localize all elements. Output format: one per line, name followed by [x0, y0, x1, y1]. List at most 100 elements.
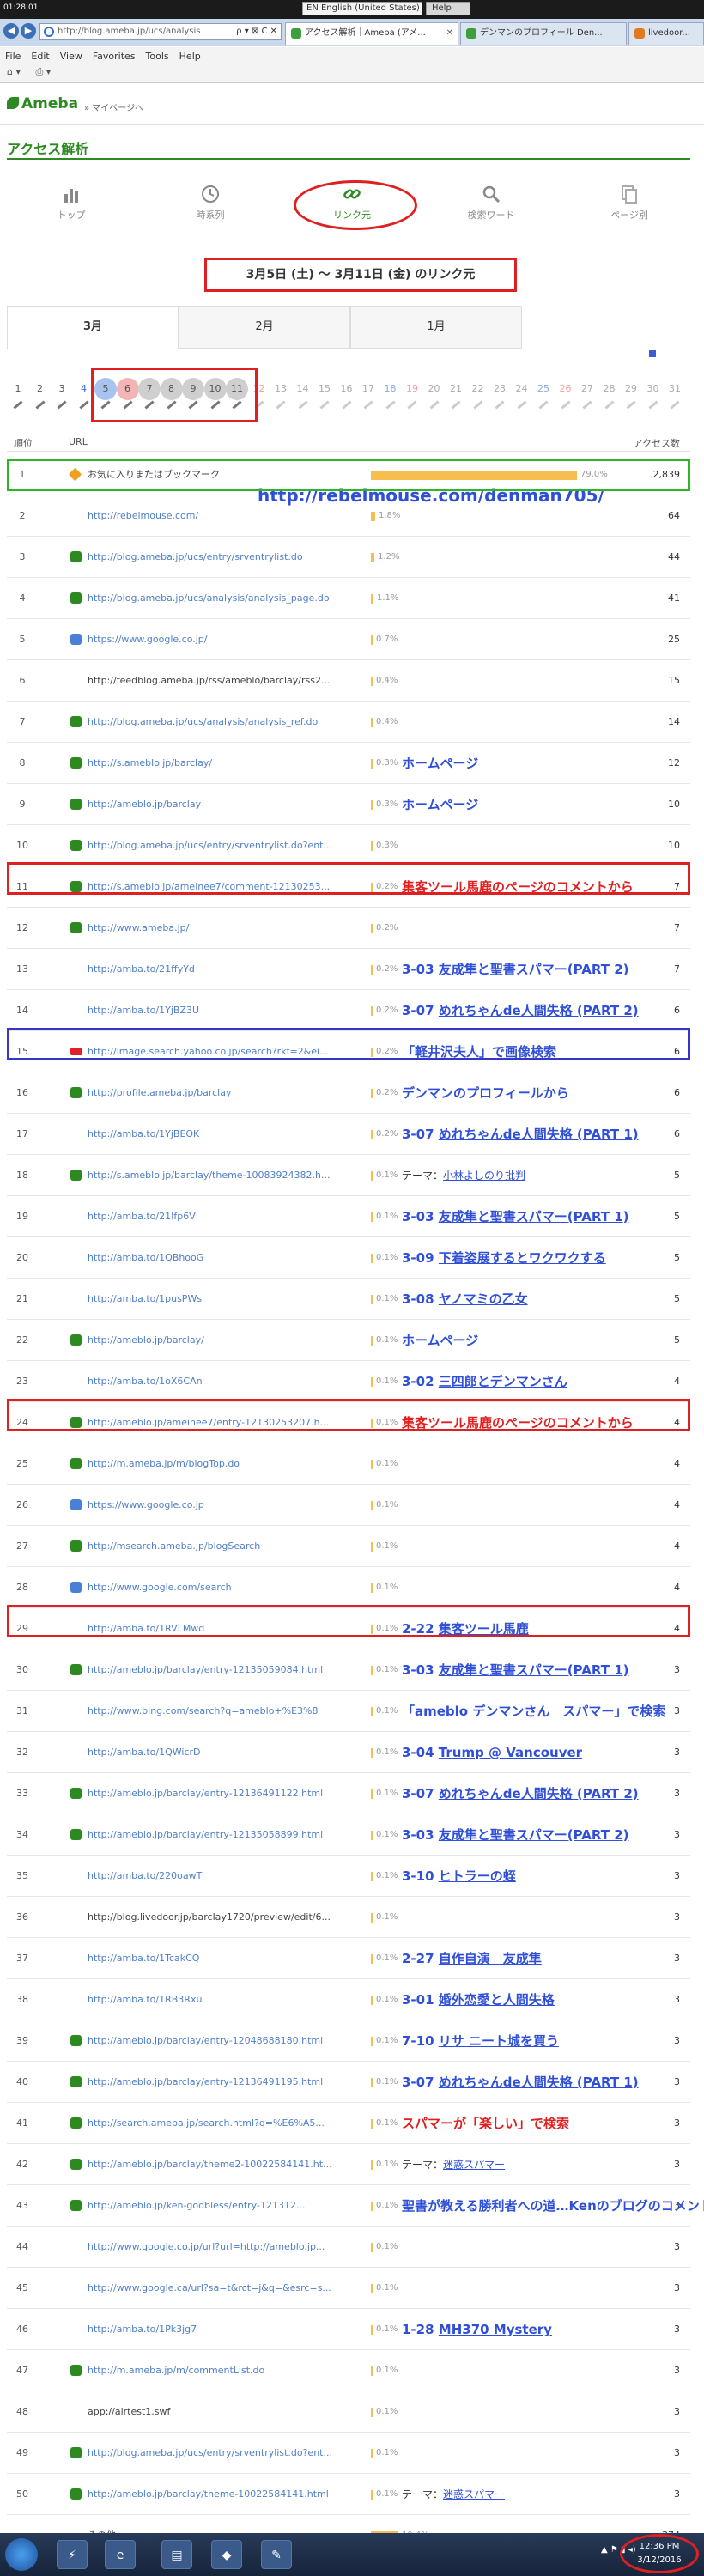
day-2[interactable]: 2	[29, 378, 52, 400]
back-button[interactable]: ◀	[3, 23, 19, 39]
referrer-url[interactable]: http://ameblo.jp/barclay/theme-100225841…	[88, 2474, 371, 2515]
referrer-url[interactable]: http://blog.ameba.jp/ucs/analysis/analys…	[88, 702, 371, 743]
explorer-icon[interactable]: ▤	[161, 2540, 192, 2569]
tab-livedoor[interactable]: livedoor...	[628, 22, 704, 45]
nav-top[interactable]: トップ	[7, 184, 136, 235]
referrer-url[interactable]: http://ameblo.jp/barclay/entry-121364911…	[88, 1773, 371, 1814]
pencil-icon[interactable]	[13, 400, 23, 410]
address-bar[interactable]: http://blog.ameba.jp/ucs/analysis ρ ▾ ⊠ …	[39, 23, 282, 40]
referrer-url[interactable]: http://m.ameba.jp/m/commentList.do	[88, 2350, 371, 2391]
menu-help[interactable]: Help	[174, 47, 206, 65]
pencil-icon[interactable]	[472, 400, 483, 410]
menu-tools[interactable]: Tools	[141, 47, 174, 65]
referrer-url[interactable]: https://www.google.co.jp	[88, 1485, 371, 1526]
referrer-url[interactable]: http://amba.to/1RB3Rxu	[88, 1979, 371, 2020]
referrer-url[interactable]: http://ameblo.jp/barclay/entry-121364911…	[88, 2062, 371, 2103]
referrer-url[interactable]: http://msearch.ameba.jp/blogSearch	[88, 1526, 371, 1567]
nav-timeline[interactable]: 時系列	[146, 184, 275, 235]
referrer-url[interactable]: http://amba.to/220oawT	[88, 1856, 371, 1897]
pencil-icon[interactable]	[626, 400, 636, 410]
pencil-icon[interactable]	[34, 400, 46, 410]
day-23[interactable]: 23	[489, 378, 511, 400]
referrer-url[interactable]: http://ameblo.jp/barclay/theme2-10022584…	[88, 2144, 371, 2185]
referrer-url[interactable]: http://ameblo.jp/barclay/	[88, 1320, 371, 1361]
pencil-icon[interactable]	[451, 400, 461, 410]
day-30[interactable]: 30	[642, 378, 665, 400]
menu-favorites[interactable]: Favorites	[88, 47, 141, 65]
referrer-url[interactable]: http://ameblo.jp/barclay/entry-121350588…	[88, 1814, 371, 1856]
tab-march[interactable]: 3月	[7, 306, 179, 349]
day-27[interactable]: 27	[576, 378, 598, 400]
day-1[interactable]: 1	[7, 378, 29, 400]
help-button[interactable]: Help	[426, 2, 470, 15]
referrer-url[interactable]: http://blog.ameba.jp/ucs/entry/srventryl…	[88, 537, 371, 578]
pencil-icon[interactable]	[363, 400, 373, 410]
day-26[interactable]: 26	[555, 378, 577, 400]
referrer-url[interactable]: http://blog.ameba.jp/ucs/entry/srventryl…	[88, 825, 371, 866]
referrer-url[interactable]: http://search.ameba.jp/search.html?q=%E6…	[88, 2103, 371, 2144]
mypage-link[interactable]: » マイページへ	[84, 100, 143, 113]
pencil-icon[interactable]	[57, 400, 67, 410]
home-icon[interactable]: ⌂ ▾	[7, 66, 21, 77]
pencil-icon[interactable]	[560, 400, 571, 410]
pencil-icon[interactable]	[582, 400, 592, 410]
tab-january[interactable]: 1月	[350, 306, 522, 349]
pencil-icon[interactable]	[78, 400, 89, 410]
ameba-logo[interactable]: Ameba	[7, 95, 78, 112]
referrer-url[interactable]: http://amba.to/21ffyYd	[88, 949, 371, 990]
pencil-icon[interactable]	[604, 400, 615, 410]
day-16[interactable]: 16	[336, 378, 358, 400]
referrer-url[interactable]: http://s.ameblo.jp/barclay/	[88, 743, 371, 784]
day-19[interactable]: 19	[401, 378, 423, 400]
referrer-url[interactable]: http://www.google.co.jp/url?url=http://a…	[88, 2227, 371, 2268]
tab-profile[interactable]: デンマンのプロフィール Den...	[460, 22, 627, 45]
tool-icon[interactable]: ◆	[211, 2540, 242, 2569]
pencil-icon[interactable]	[647, 400, 658, 410]
referrer-url[interactable]: http://blog.ameba.jp/ucs/analysis/analys…	[88, 578, 371, 619]
day-31[interactable]: 31	[664, 378, 686, 400]
day-20[interactable]: 20	[423, 378, 446, 400]
pencil-icon[interactable]	[385, 400, 396, 410]
referrer-url[interactable]: http://blog.ameba.jp/ucs/entry/srventryl…	[88, 2433, 371, 2474]
tab-analysis[interactable]: アクセス解析｜Ameba (アメ... ✕	[285, 22, 458, 45]
referrer-url[interactable]: http://amba.to/1QBhooG	[88, 1237, 371, 1279]
referrer-url[interactable]: http://amba.to/1oX6CAn	[88, 1361, 371, 1402]
referrer-url[interactable]: http://www.google.com/search	[88, 1567, 371, 1608]
pencil-icon[interactable]	[428, 400, 440, 410]
print-icon[interactable]: ⎙ ▾	[36, 66, 52, 77]
day-13[interactable]: 13	[270, 378, 292, 400]
referrer-url[interactable]: http://www.google.ca/url?sa=t&rct=j&q=&e…	[88, 2268, 371, 2309]
menu-view[interactable]: View	[55, 47, 88, 65]
referrer-url[interactable]: http://www.ameba.jp/	[88, 908, 371, 949]
pencil-icon[interactable]	[276, 400, 286, 410]
day-28[interactable]: 28	[598, 378, 621, 400]
day-22[interactable]: 22	[467, 378, 489, 400]
pencil-icon[interactable]	[319, 400, 330, 410]
day-25[interactable]: 25	[532, 378, 555, 400]
close-tab-icon[interactable]: ✕	[446, 23, 453, 44]
referrer-url[interactable]: http://ameblo.jp/barclay/entry-120486881…	[88, 2020, 371, 2062]
tab-february[interactable]: 2月	[179, 306, 350, 349]
pencil-icon[interactable]	[670, 400, 680, 410]
day-18[interactable]: 18	[379, 378, 402, 400]
referrer-url[interactable]: https://www.google.co.jp/	[88, 619, 371, 660]
referrer-url[interactable]: http://amba.to/1YjBEOK	[88, 1114, 371, 1155]
app-icon[interactable]: ⚡	[57, 2540, 88, 2569]
day-29[interactable]: 29	[620, 378, 642, 400]
day-14[interactable]: 14	[292, 378, 314, 400]
start-button[interactable]	[5, 2538, 38, 2571]
paint-icon[interactable]: ✎	[261, 2540, 292, 2569]
pencil-icon[interactable]	[516, 400, 527, 410]
referrer-url[interactable]: http://amba.to/1TcakCQ	[88, 1938, 371, 1979]
referrer-url[interactable]: http://profile.ameba.jp/barclay	[88, 1072, 371, 1114]
menu-edit[interactable]: Edit	[26, 47, 54, 65]
day-21[interactable]: 21	[445, 378, 467, 400]
referrer-url[interactable]: http://m.ameba.jp/m/blogTop.do	[88, 1443, 371, 1485]
pencil-icon[interactable]	[341, 400, 352, 410]
pencil-icon[interactable]	[495, 400, 505, 410]
search-icon[interactable]: ρ ▾ ⊠ C ✕	[236, 24, 277, 39]
language-indicator[interactable]: EN English (United States)	[302, 2, 422, 15]
day-17[interactable]: 17	[357, 378, 379, 400]
menu-file[interactable]: File	[0, 47, 26, 65]
nav-search-words[interactable]: 検索ワード	[427, 184, 555, 235]
